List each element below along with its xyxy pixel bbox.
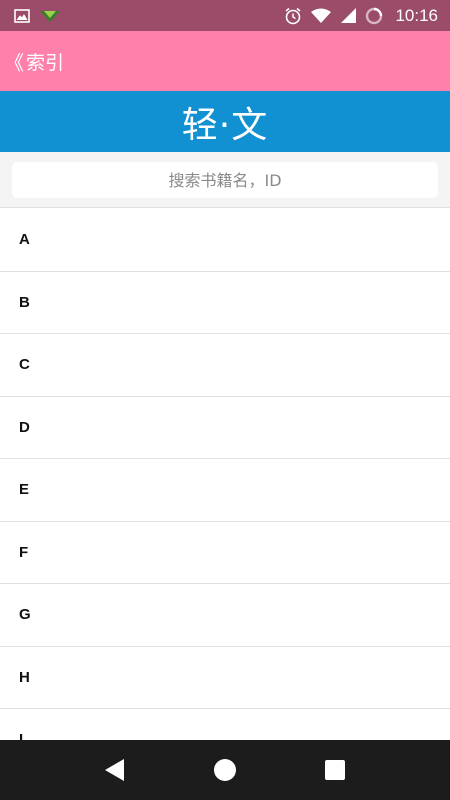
index-row-b[interactable]: B [0,272,450,334]
index-letter: I [19,731,24,740]
index-letter: D [19,418,30,436]
status-bar: 10:16 [0,0,450,31]
status-time: 10:16 [395,5,438,25]
index-letter: A [19,231,30,249]
index-row-d[interactable]: D [0,397,450,459]
status-right: 10:16 [284,6,438,26]
index-letter: B [19,293,30,311]
brand-banner: 轻·文 [0,91,450,152]
back-button[interactable]: 《 索引 [4,47,64,76]
index-row-g[interactable]: G [0,584,450,647]
brand-title: 轻·文 [181,104,269,146]
index-letter: E [19,481,30,499]
chevron-left-icon: 《 [4,50,24,75]
loading-icon [365,7,383,25]
search-input[interactable] [12,162,438,198]
back-label: 索引 [26,51,65,74]
index-row-a[interactable]: A [0,209,450,272]
index-letter: H [19,668,30,686]
index-letter: G [19,606,31,624]
alarm-icon [284,7,302,25]
index-row-h[interactable]: H [0,647,450,709]
index-row-e[interactable]: E [0,459,450,522]
index-row-f[interactable]: F [0,522,450,584]
index-row-c[interactable]: C [0,334,450,397]
status-left [14,8,60,23]
index-letter: C [19,356,30,374]
index-row-i[interactable]: I [0,709,450,740]
search-area [0,152,450,208]
back-triangle-icon[interactable] [95,750,135,790]
image-icon [14,8,30,23]
system-nav-bar [0,740,450,800]
wifi-icon [310,8,332,24]
recents-square-icon[interactable] [315,750,355,790]
top-app-bar: 《 索引 [0,31,450,91]
index-list: A B C D E F G H I [0,209,450,740]
index-letter: F [19,543,29,561]
signal-icon [340,7,357,24]
home-circle-icon[interactable] [205,750,245,790]
download-icon [40,9,60,23]
